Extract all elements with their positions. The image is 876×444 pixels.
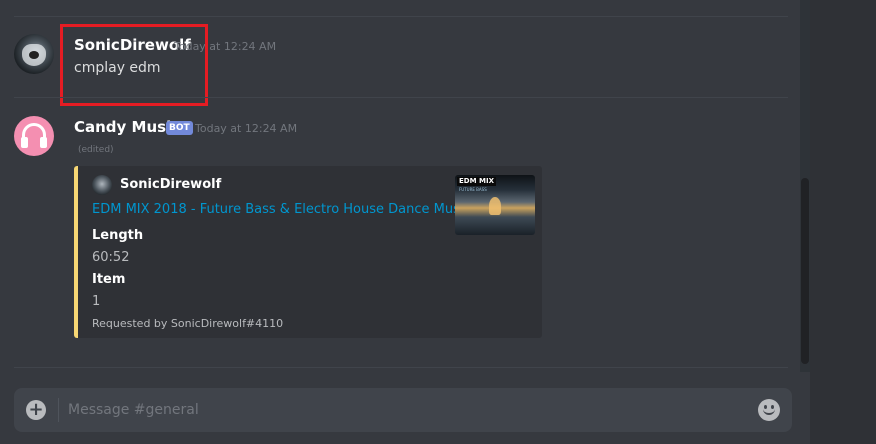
- emoji-mouth: [763, 409, 775, 415]
- embed-author: SonicDirewolf: [120, 177, 222, 192]
- avatar[interactable]: [14, 34, 54, 74]
- bot-avatar[interactable]: [14, 116, 54, 156]
- embed-field-value: 1: [92, 294, 101, 309]
- message-input-bar: +: [14, 388, 792, 432]
- embed-field-name: Length: [92, 228, 144, 243]
- bot-tag: BOT: [166, 121, 193, 135]
- input-separator: [58, 398, 59, 422]
- emoji-icon[interactable]: [758, 399, 780, 421]
- bot-username[interactable]: Candy Music: [74, 118, 180, 136]
- message-divider: [14, 16, 788, 17]
- embed-title-link[interactable]: EDM MIX 2018 - Future Bass & Electro Hou…: [92, 202, 471, 217]
- author-avatar-icon: [92, 175, 112, 195]
- thumbnail-label: EDM MIX: [457, 177, 496, 186]
- thumbnail-light: [489, 197, 501, 215]
- member-list-panel: [810, 0, 876, 444]
- message-input[interactable]: [68, 398, 748, 422]
- chat-area: SonicDirewolf Today at 12:24 AM cmplay e…: [0, 0, 804, 444]
- highlight-box: [60, 24, 208, 106]
- message-timestamp: Today at 12:24 AM: [195, 122, 298, 135]
- embed: SonicDirewolf EDM MIX 2018 - Future Bass…: [74, 166, 542, 338]
- thumbnail-sublabel: FUTURE BASS: [459, 187, 487, 192]
- embed-field-value: 60:52: [92, 250, 130, 265]
- embed-footer: Requested by SonicDirewolf#4110: [92, 317, 284, 330]
- message-divider: [14, 367, 788, 368]
- add-attachment-button[interactable]: +: [26, 400, 46, 420]
- embed-field-name: Item: [92, 272, 126, 287]
- edited-label: (edited): [78, 145, 114, 155]
- headphones-cup-right: [40, 137, 47, 148]
- scrollbar-thumb[interactable]: [801, 178, 809, 364]
- headphones-cup-left: [21, 137, 28, 148]
- embed-thumbnail[interactable]: EDM MIX FUTURE BASS: [455, 175, 535, 235]
- message-divider: [14, 97, 788, 98]
